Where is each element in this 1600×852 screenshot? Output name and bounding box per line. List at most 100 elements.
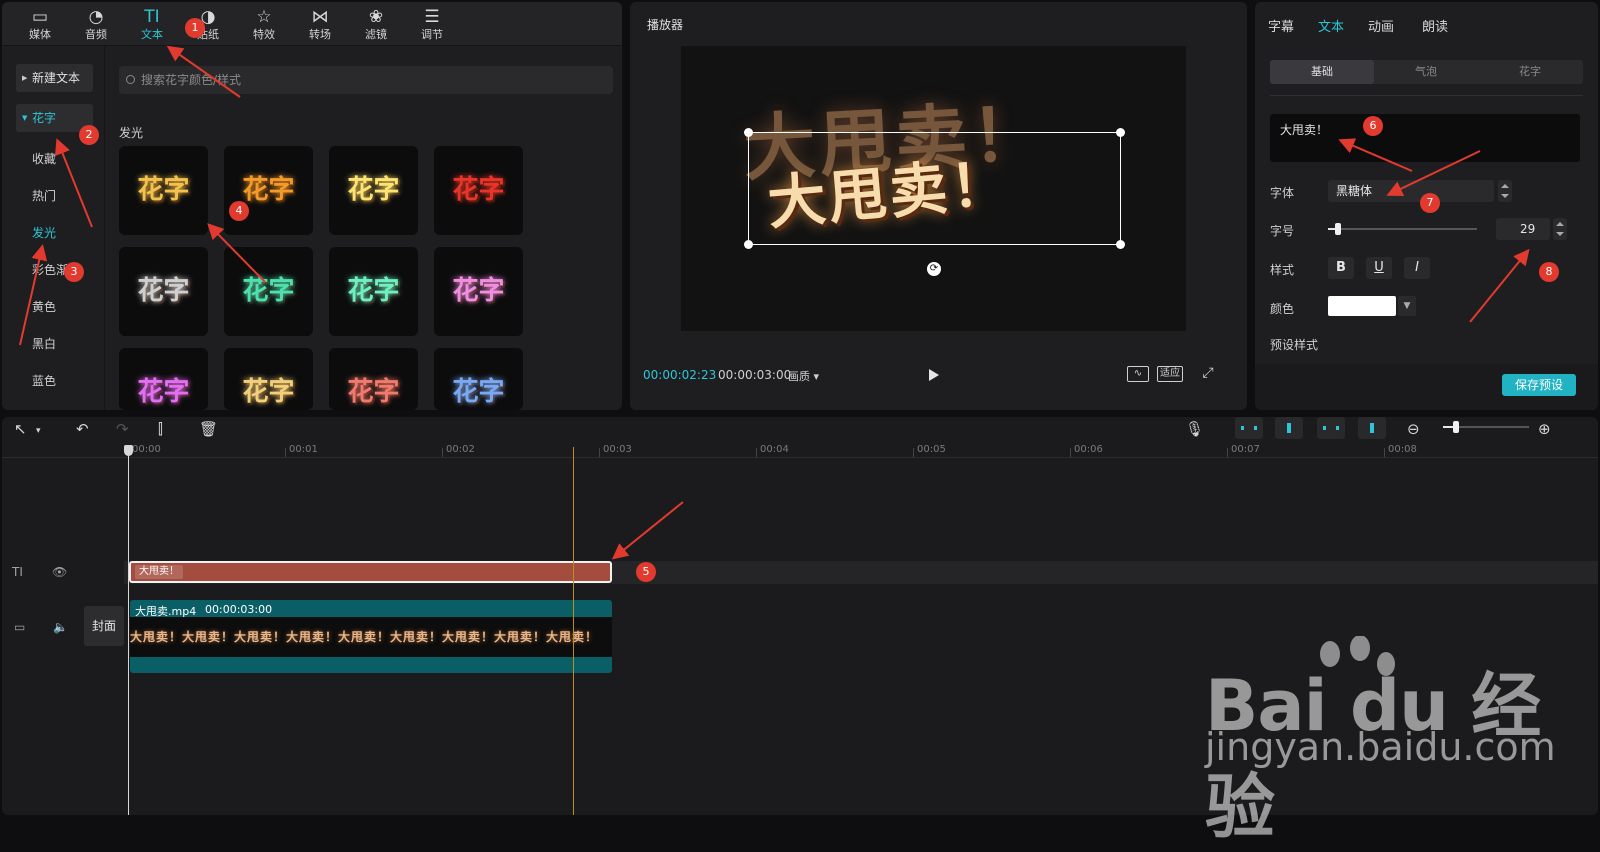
sidebar-item-black-white[interactable]: 黑白: [32, 335, 56, 352]
search-input[interactable]: 搜索花字颜色/样式: [119, 66, 613, 94]
waveform-button[interactable]: ∿: [1127, 366, 1149, 382]
rotate-icon[interactable]: ⟳: [927, 262, 941, 276]
resize-handle[interactable]: [1116, 128, 1125, 137]
play-icon[interactable]: [929, 369, 939, 381]
video-clip[interactable]: 大甩卖.mp4 00:00:03:00 大甩卖！大甩卖！大甩卖！大甩卖！大甩卖！…: [130, 600, 612, 673]
preset-tile[interactable]: 花字: [224, 247, 313, 336]
player-panel: 播放器 大甩卖！ 大甩卖！ ⟳ 00:00:02:23 00:00:03:00 …: [630, 2, 1247, 410]
sidebar-item-gradient[interactable]: 彩色渐: [32, 261, 68, 278]
preset-tile[interactable]: 花字: [329, 348, 418, 410]
video-preview[interactable]: 大甩卖！ 大甩卖！ ⟳: [681, 46, 1186, 331]
text-content-input[interactable]: 大甩卖！: [1270, 114, 1580, 162]
preset-label: 花字: [347, 377, 400, 407]
underline-button[interactable]: U: [1366, 257, 1392, 279]
sidebar-item-glow[interactable]: 发光: [32, 224, 56, 241]
resize-handle[interactable]: [1116, 240, 1125, 249]
bold-button[interactable]: B: [1328, 257, 1354, 279]
new-text-label: 新建文本: [32, 71, 81, 85]
playhead-handle[interactable]: [124, 445, 133, 456]
undo-icon[interactable]: ↶: [76, 421, 89, 437]
subtab-huazi[interactable]: 花字: [1478, 60, 1582, 84]
current-time: 00:00:02:23: [643, 368, 717, 382]
annotation-badge: 6: [1363, 116, 1383, 136]
sidebar-item-favorites[interactable]: 收藏: [32, 150, 56, 167]
eye-icon[interactable]: 👁: [52, 565, 67, 579]
tab-text[interactable]: 文本: [1318, 16, 1344, 35]
new-text-button[interactable]: ▶ 新建文本: [16, 64, 93, 92]
snap-auto-button[interactable]: [1275, 417, 1303, 439]
speaker-icon[interactable]: 🔈: [53, 620, 68, 634]
preset-tile[interactable]: 花字: [329, 146, 418, 235]
preset-tile[interactable]: 花字: [119, 146, 208, 235]
redo-icon[interactable]: ↷: [116, 421, 129, 437]
microphone-icon[interactable]: 🎙: [1185, 421, 1204, 437]
size-slider-handle[interactable]: [1335, 223, 1342, 235]
preview-axis-button[interactable]: [1358, 417, 1386, 439]
preset-tile[interactable]: 花字: [434, 146, 523, 235]
tool-text[interactable]: TI 文本: [124, 2, 180, 46]
zoom-slider[interactable]: [1443, 421, 1529, 433]
subtab-bubble[interactable]: 气泡: [1374, 60, 1478, 84]
search-icon: [126, 75, 135, 84]
chevron-down-icon[interactable]: ▼: [1398, 296, 1416, 316]
zoom-out-icon[interactable]: ⊖: [1407, 421, 1420, 437]
quality-dropdown[interactable]: 画质 ▾: [788, 368, 819, 384]
size-input[interactable]: 29: [1496, 218, 1550, 240]
fullscreen-icon[interactable]: ⤢: [1200, 366, 1216, 382]
preset-tile[interactable]: 花字: [119, 247, 208, 336]
color-swatch[interactable]: [1328, 296, 1396, 316]
media-icon: ▭: [31, 7, 49, 27]
cover-button[interactable]: 封面: [84, 606, 124, 646]
preset-tile[interactable]: 花字: [434, 247, 523, 336]
link-button[interactable]: [1317, 417, 1345, 439]
tool-filter[interactable]: ❀ 滤镜: [348, 2, 404, 46]
selection-box[interactable]: [744, 128, 1125, 249]
tool-transition[interactable]: ⋈ 转场: [292, 2, 348, 46]
save-preset-button[interactable]: 保存预设: [1502, 374, 1576, 396]
ruler-label: 00:04: [760, 444, 789, 455]
time-ruler[interactable]: 00:00 00:01 00:02 00:03 00:04 00:05 00:06 00:07…: [2, 444, 1598, 458]
size-slider[interactable]: [1328, 223, 1477, 235]
snap-icon: [1241, 426, 1257, 430]
zoom-in-icon[interactable]: ⊕: [1538, 421, 1551, 437]
tool-media[interactable]: ▭ 媒体: [12, 2, 68, 46]
tab-subtitle[interactable]: 字幕: [1268, 16, 1294, 35]
snap-main-track-button[interactable]: [1235, 417, 1263, 439]
text-clip[interactable]: 大甩卖！: [129, 561, 612, 583]
annotation-badge: 5: [636, 562, 656, 582]
color-label: 颜色: [1270, 302, 1295, 316]
resize-handle[interactable]: [744, 240, 753, 249]
size-stepper[interactable]: [1553, 218, 1567, 240]
tab-read-aloud[interactable]: 朗读: [1422, 16, 1448, 35]
resize-handle[interactable]: [744, 128, 753, 137]
sidebar-item-yellow[interactable]: 黄色: [32, 298, 56, 315]
preset-tile[interactable]: 花字: [329, 247, 418, 336]
sidebar-item-blue[interactable]: 蓝色: [32, 372, 56, 389]
fit-button[interactable]: 适应: [1157, 366, 1183, 382]
chevron-down-icon[interactable]: ▾: [36, 423, 41, 439]
tool-effects[interactable]: ☆ 特效: [236, 2, 292, 46]
text-icon: TI: [144, 7, 160, 27]
zoom-slider-handle[interactable]: [1452, 421, 1459, 433]
text-category-sidebar: ▶ 新建文本 ▼ 花字 收藏 热门 发光 彩色渐 黄色 黑白 蓝色: [2, 46, 105, 410]
italic-button[interactable]: I: [1404, 257, 1430, 279]
split-icon[interactable]: ⫿: [158, 421, 163, 437]
preset-tile[interactable]: 花字: [434, 348, 523, 410]
tab-animation[interactable]: 动画: [1368, 16, 1394, 35]
font-label: 字体: [1270, 186, 1295, 200]
transition-icon: ⋈: [311, 7, 329, 27]
playhead[interactable]: [124, 445, 133, 815]
preset-label: 花字: [347, 276, 400, 306]
delete-icon[interactable]: 🗑: [199, 421, 218, 437]
preset-tile[interactable]: 花字: [224, 348, 313, 410]
tool-adjust[interactable]: ☰ 调节: [404, 2, 460, 46]
sidebar-item-popular[interactable]: 热门: [32, 187, 56, 204]
font-stepper[interactable]: [1498, 180, 1512, 202]
preset-tile[interactable]: 花字: [224, 146, 313, 235]
select-cursor-icon[interactable]: ↖: [14, 421, 27, 437]
ruler-tick: [1070, 448, 1071, 457]
subtab-basic[interactable]: 基础: [1270, 60, 1374, 84]
font-select[interactable]: 黑糖体: [1328, 180, 1494, 202]
tool-audio[interactable]: ◔ 音频: [68, 2, 124, 46]
preset-tile[interactable]: 花字: [119, 348, 208, 410]
